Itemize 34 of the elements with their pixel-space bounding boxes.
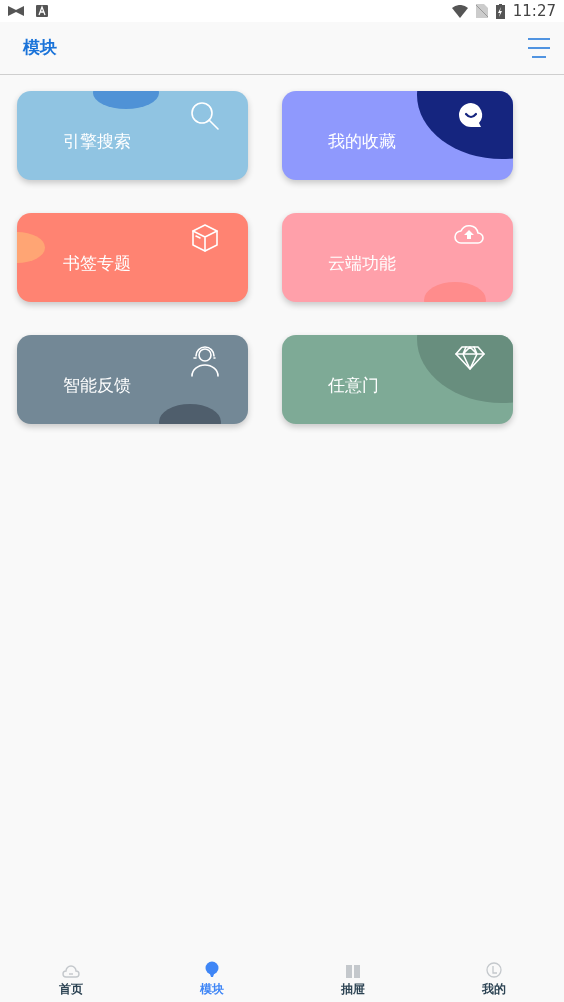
balloon-icon — [204, 961, 219, 978]
no-sim-icon — [475, 4, 488, 18]
card-label: 智能反馈 — [63, 374, 131, 397]
book-icon — [345, 964, 360, 978]
card-label: 任意门 — [328, 374, 379, 397]
card-label: 书签专题 — [63, 252, 131, 275]
search-icon — [190, 101, 220, 131]
module-card[interactable]: 任意门 — [282, 335, 513, 424]
keyboard-a-icon — [36, 5, 48, 17]
status-time: 11:27 — [512, 0, 556, 22]
smile-bubble-icon — [457, 101, 485, 129]
card-label: 云端功能 — [328, 252, 396, 275]
card-label: 我的收藏 — [328, 130, 396, 153]
card-label: 引擎搜索 — [63, 130, 131, 153]
module-card[interactable]: 云端功能 — [282, 213, 513, 302]
page-title: 模块 — [23, 36, 57, 60]
nav-tab[interactable]: 首页 — [0, 952, 141, 1002]
module-card[interactable]: 智能反馈 — [17, 335, 248, 424]
module-card[interactable]: 我的收藏 — [282, 91, 513, 180]
game-controller-icon — [8, 5, 24, 17]
nav-tab[interactable]: 模块 — [141, 952, 282, 1002]
coin-icon — [485, 962, 502, 978]
headset-person-icon — [190, 345, 220, 377]
nav-tab[interactable]: 我的 — [423, 952, 564, 1002]
menu-icon[interactable] — [528, 38, 550, 58]
wifi-icon — [451, 4, 468, 18]
cloud-icon — [61, 964, 80, 978]
battery-icon — [495, 3, 505, 19]
module-card[interactable]: 书签专题 — [17, 213, 248, 302]
nav-tab[interactable]: 抽屉 — [282, 952, 423, 1002]
cloud-upload-icon — [453, 223, 485, 245]
box-icon — [190, 223, 220, 253]
diamond-icon — [455, 345, 485, 371]
module-card[interactable]: 引擎搜索 — [17, 91, 248, 180]
